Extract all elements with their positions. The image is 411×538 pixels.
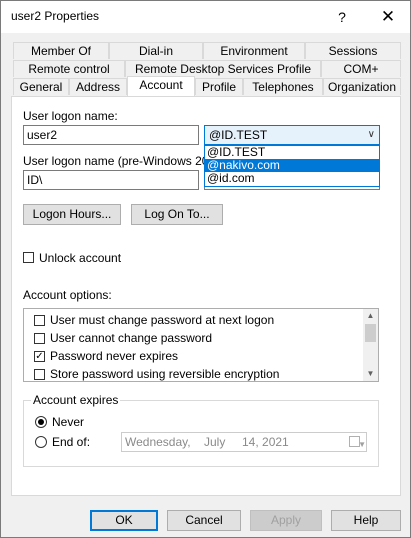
account-options-list: User must change password at next logon … <box>23 308 379 382</box>
tab-sessions[interactable]: Sessions <box>305 42 401 59</box>
tab-telephones[interactable]: Telephones <box>243 78 323 95</box>
account-options-label: Account options: <box>23 288 112 302</box>
upn-suffix-select[interactable]: @ID.TEST ∨ <box>204 125 380 145</box>
help-button[interactable]: Help <box>331 510 401 531</box>
tab-profile[interactable]: Profile <box>195 78 243 95</box>
close-icon[interactable]: ✕ <box>373 5 403 29</box>
tab-remote-desktop-services-profile[interactable]: Remote Desktop Services Profile <box>125 60 321 77</box>
expiry-date-picker[interactable]: Wednesday, July 14, 2021 ▼ <box>121 432 367 452</box>
upn-option-id-com[interactable]: @id.com <box>205 172 379 185</box>
scroll-down-icon[interactable]: ▼ <box>363 367 378 381</box>
tab-com-plus[interactable]: COM+ <box>321 60 401 77</box>
window-title: user2 Properties <box>11 9 100 23</box>
account-expires-label: Account expires <box>31 393 121 407</box>
chevron-down-icon: ▼ <box>358 440 366 449</box>
properties-dialog: user2 Properties ? ✕ Member Of Dial-in E… <box>0 0 411 538</box>
must-change-password-checkbox[interactable] <box>34 315 45 326</box>
option-label: User must change password at next logon <box>50 313 275 327</box>
apply-button[interactable]: Apply <box>250 510 322 531</box>
date-weekday: Wednesday, <box>125 435 191 449</box>
tab-member-of[interactable]: Member Of <box>13 42 109 59</box>
chevron-down-icon: ∨ <box>367 129 375 140</box>
unlock-account-checkbox[interactable] <box>23 252 34 263</box>
expires-end-of-label: End of: <box>52 435 91 449</box>
option-label: Password never expires <box>50 349 179 363</box>
log-on-to-button[interactable]: Log On To... <box>131 204 223 225</box>
unlock-account-label: Unlock account <box>39 251 122 265</box>
expires-never-label: Never <box>52 415 85 429</box>
expires-never-radio[interactable] <box>35 416 47 428</box>
options-scrollbar[interactable]: ▲ ▼ <box>363 309 378 381</box>
cannot-change-password-checkbox[interactable] <box>34 333 45 344</box>
scroll-thumb[interactable] <box>365 324 376 342</box>
pre-windows-2000-domain-field: ID\ <box>23 170 199 190</box>
expires-end-of-radio[interactable] <box>35 436 47 448</box>
option-label: User cannot change password <box>50 331 213 345</box>
tab-dial-in[interactable]: Dial-in <box>109 42 203 59</box>
pre-windows-2000-label: User logon name (pre-Windows 2000): <box>23 154 230 168</box>
tab-address[interactable]: Address <box>69 78 127 95</box>
scroll-up-icon[interactable]: ▲ <box>363 309 378 323</box>
logon-hours-button[interactable]: Logon Hours... <box>23 204 121 225</box>
reversible-encryption-checkbox[interactable] <box>34 369 45 380</box>
tab-organization[interactable]: Organization <box>323 78 401 95</box>
date-day-year: 14, 2021 <box>242 435 289 449</box>
tab-remote-control[interactable]: Remote control <box>13 60 125 77</box>
password-never-expires-checkbox[interactable]: ✓ <box>34 351 45 362</box>
title-bar[interactable]: user2 Properties ? ✕ <box>1 1 410 33</box>
upn-suffix-selected: @ID.TEST <box>209 128 268 142</box>
ok-button[interactable]: OK <box>90 510 158 531</box>
date-month: July <box>204 435 226 449</box>
tab-account[interactable]: Account <box>127 76 195 96</box>
cancel-button[interactable]: Cancel <box>167 510 241 531</box>
upn-suffix-dropdown: @ID.TEST @nakivo.com @id.com <box>204 145 380 187</box>
tab-environment[interactable]: Environment <box>203 42 305 59</box>
option-label: Store password using reversible encrypti… <box>50 367 280 381</box>
help-icon[interactable]: ? <box>329 5 355 29</box>
user-logon-name-label: User logon name: <box>23 109 118 123</box>
tab-general[interactable]: General <box>13 78 69 95</box>
user-logon-name-input[interactable]: user2 <box>23 125 199 145</box>
